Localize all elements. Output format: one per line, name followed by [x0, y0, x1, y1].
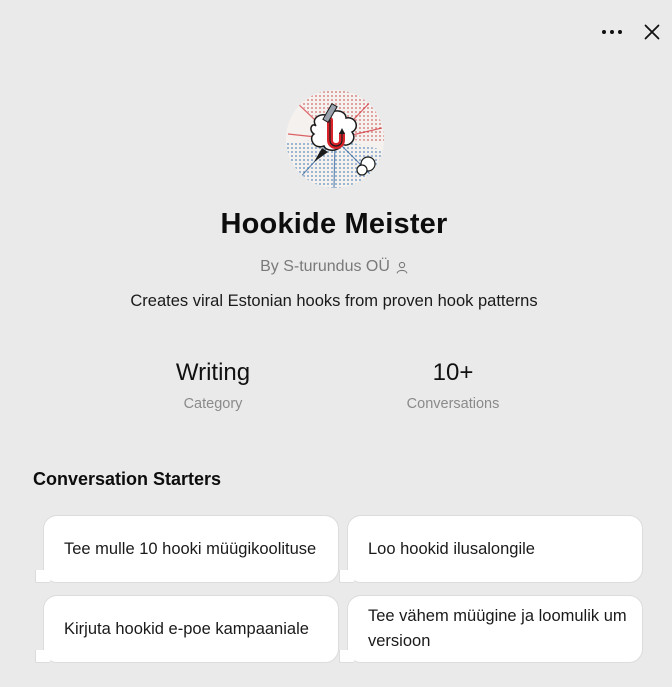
conversation-starter[interactable]: Tee mulle 10 hooki müügikoolituse	[35, 515, 339, 583]
more-options-button[interactable]	[592, 16, 632, 48]
stat-category: Writing Category	[103, 358, 323, 412]
top-actions	[582, 14, 672, 50]
gpt-title: Hookide Meister	[220, 208, 448, 240]
conversation-starter-text: Tee vähem müügine ja loomulik um versioo…	[368, 607, 627, 650]
user-icon	[396, 261, 408, 274]
gpt-avatar	[286, 90, 384, 188]
conversation-starter[interactable]: Loo hookid ilusalongile	[339, 515, 643, 583]
conversation-starters-heading: Conversation Starters	[33, 469, 222, 489]
close-icon	[644, 24, 660, 40]
author-name: By S-turundus OÜ	[260, 258, 390, 275]
conversation-starter-text: Loo hookid ilusalongile	[368, 539, 535, 558]
category-value: Writing	[175, 359, 251, 386]
gpt-description: Creates viral Estonian hooks from proven…	[130, 292, 538, 310]
more-horizontal-icon	[602, 30, 622, 34]
conversation-starter-text: Tee mulle 10 hooki müügikoolituse	[64, 539, 317, 558]
conversations-value: 10+	[432, 359, 474, 386]
hook-logo-icon	[286, 90, 384, 188]
stat-conversations: 10+ Conversations	[343, 358, 563, 412]
author-byline: By S-turundus OÜ	[0, 258, 668, 276]
close-button[interactable]	[636, 16, 668, 48]
conversations-label: Conversations	[406, 396, 500, 412]
category-label: Category	[183, 396, 243, 412]
conversation-starter-text: Kirjuta hookid e-poe kampaaniale	[64, 619, 309, 638]
conversation-starter[interactable]: Tee vähem müügine ja loomulik um versioo…	[339, 595, 643, 663]
conversation-starter[interactable]: Kirjuta hookid e-poe kampaaniale	[35, 595, 339, 663]
